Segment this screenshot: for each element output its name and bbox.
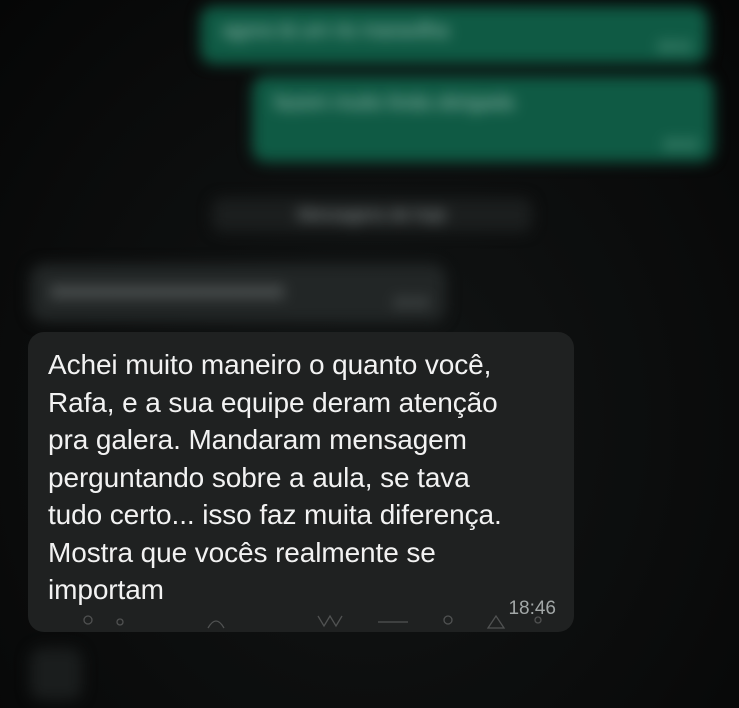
message-line: importam [48,574,164,605]
date-separator-chip: Mensagens de hoje [212,198,532,232]
outgoing-message-bubble[interactable]: agora tá um rio maravilha 18:41 [200,6,708,64]
message-time: 18:41 [656,38,692,54]
message-text: Achei muito maneiro o quanto você, Rafa,… [48,346,554,609]
message-line: Rafa, e a sua equipe deram atenção [48,386,498,418]
wallpaper-doodle-pattern [83,614,542,629]
message-line: Achei muito maneiro o quanto você, [48,349,492,380]
blurred-bubble-fragment [30,648,82,700]
message-line: pra galera. Mandaram mensagem [48,424,467,455]
chat-screen: agora tá um rio maravilha 18:41 fazem mu… [0,0,739,708]
message-line: Mostra que vocês realmente se [48,536,436,568]
message-line: perguntando sobre a aula, se tava [48,461,470,493]
message-time: 18:42 [662,136,698,152]
incoming-message-bubble[interactable]: aaaaaaaaaaaaaaaaaaaaa 18:44 [30,264,446,322]
outgoing-message-bubble[interactable]: fazem muito linda obrigada 18:42 [252,76,714,162]
message-line: tudo certo... isso faz muita diferença. [48,499,502,530]
message-text: agora tá um rio maravilha [222,20,449,42]
message-time: 18:44 [392,294,428,310]
incoming-message-bubble[interactable]: Achei muito maneiro o quanto você, Rafa,… [28,332,574,632]
message-text: fazem muito linda obrigada [274,92,515,114]
message-text: aaaaaaaaaaaaaaaaaaaaa [50,280,284,302]
